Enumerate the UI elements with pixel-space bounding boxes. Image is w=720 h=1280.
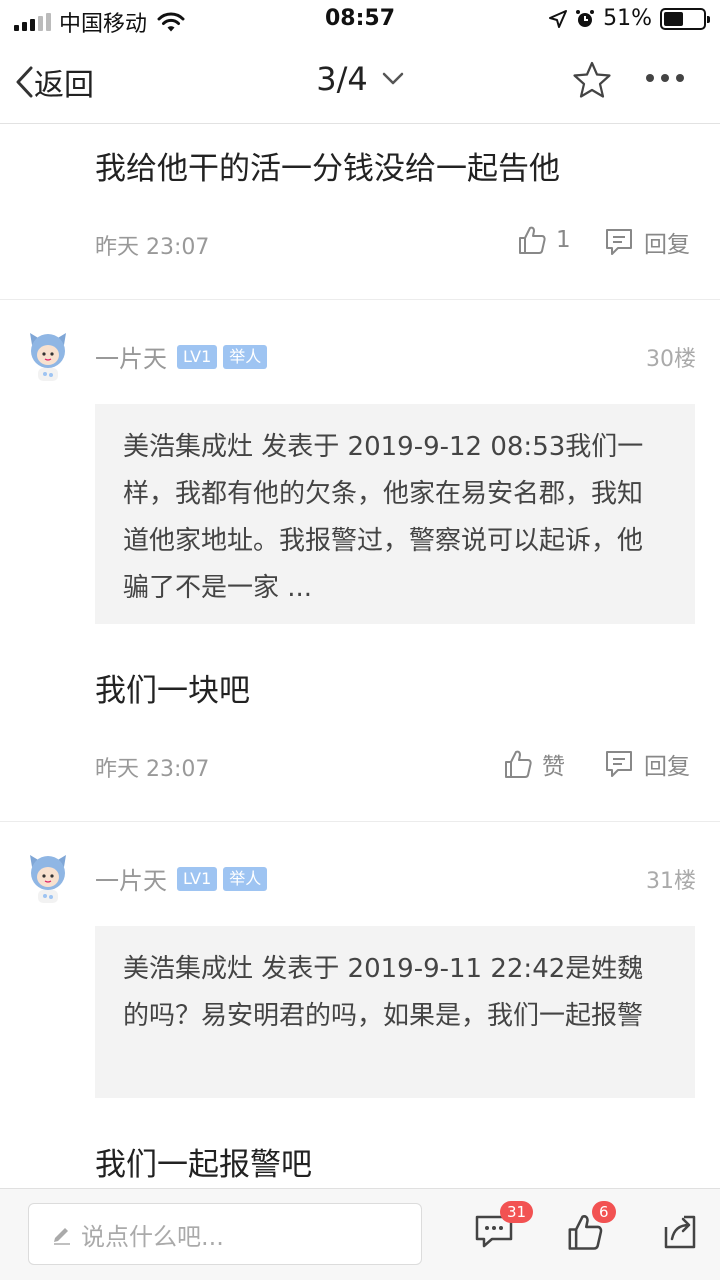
level-badge: LV1 — [177, 344, 218, 369]
comment-icon — [606, 751, 632, 777]
reply-button[interactable]: 回复 — [604, 747, 690, 781]
floor-number: 30楼 — [646, 347, 696, 372]
rank-badge: 举人 — [223, 344, 268, 369]
comment-placeholder: 说点什么吧... — [81, 1222, 224, 1251]
comment-count-badge: 31 — [500, 1201, 534, 1223]
avatar[interactable] — [26, 331, 70, 383]
like-button[interactable]: 1 — [518, 225, 571, 255]
like-count: 1 — [556, 227, 571, 253]
post-text: 我们一块吧 — [95, 673, 250, 709]
battery-percent: 51% — [603, 6, 652, 31]
comment-input[interactable]: 说点什么吧... — [28, 1203, 422, 1265]
thumbs-up-icon — [519, 226, 546, 254]
location-icon — [549, 9, 568, 28]
reply-button[interactable]: 回复 — [604, 225, 690, 259]
like-count-badge: 6 — [592, 1201, 616, 1223]
post-text: 我给他干的活一分钱没给一起告他 — [95, 151, 560, 187]
username[interactable]: 一片天 — [95, 339, 167, 374]
level-badge: LV1 — [177, 866, 218, 891]
battery-icon — [660, 7, 710, 30]
battery-fill — [664, 11, 684, 26]
like-post-button[interactable]: 6 — [566, 1201, 616, 1255]
user-row: 一片天 LV1 举人 — [95, 339, 268, 374]
reply-label: 回复 — [644, 232, 690, 258]
post-time: 昨天 23:07 — [95, 235, 210, 260]
post-text: 我们一起报警吧 — [95, 1147, 312, 1183]
like-button[interactable]: 赞 — [504, 747, 565, 781]
rank-badge: 举人 — [223, 866, 268, 891]
floor-number: 31楼 — [646, 869, 696, 894]
comments-button[interactable]: 31 — [474, 1201, 534, 1253]
user-row: 一片天 LV1 举人 — [95, 861, 268, 896]
avatar[interactable] — [26, 853, 70, 905]
post-list: 我给他干的活一分钱没给一起告他 昨天 23:07 1 回复 一片天 LV1 举人… — [0, 125, 720, 1188]
status-bar: 中国移动 08:57 51% — [0, 0, 720, 40]
quote-block[interactable]: 美浩集成灶 发表于 2019-9-11 22:42是姓魏的吗？易安明君的吗，如果… — [95, 926, 695, 1098]
quote-block[interactable]: 美浩集成灶 发表于 2019-9-12 08:53我们一样，我都有他的欠条，他家… — [95, 404, 695, 624]
more-options-icon[interactable] — [646, 74, 684, 82]
page-indicator: 3/4 — [316, 60, 368, 98]
share-icon — [664, 1215, 696, 1249]
divider — [0, 299, 720, 300]
reply-label: 回复 — [644, 754, 690, 780]
comment-icon — [606, 229, 632, 255]
pencil-icon — [54, 1228, 70, 1245]
navigation-bar: 返回 3/4 — [0, 40, 720, 124]
username[interactable]: 一片天 — [95, 861, 167, 896]
alarm-icon — [576, 9, 595, 27]
post-time: 昨天 23:07 — [95, 757, 210, 782]
thumbs-up-icon — [505, 750, 532, 778]
chevron-down-icon — [382, 72, 403, 85]
page-selector[interactable]: 3/4 — [0, 60, 720, 98]
favorite-star-icon[interactable] — [572, 60, 612, 100]
share-button[interactable] — [662, 1213, 698, 1255]
bottom-toolbar: 说点什么吧... 31 6 — [0, 1188, 720, 1280]
like-label: 赞 — [542, 754, 565, 780]
divider — [0, 821, 720, 822]
